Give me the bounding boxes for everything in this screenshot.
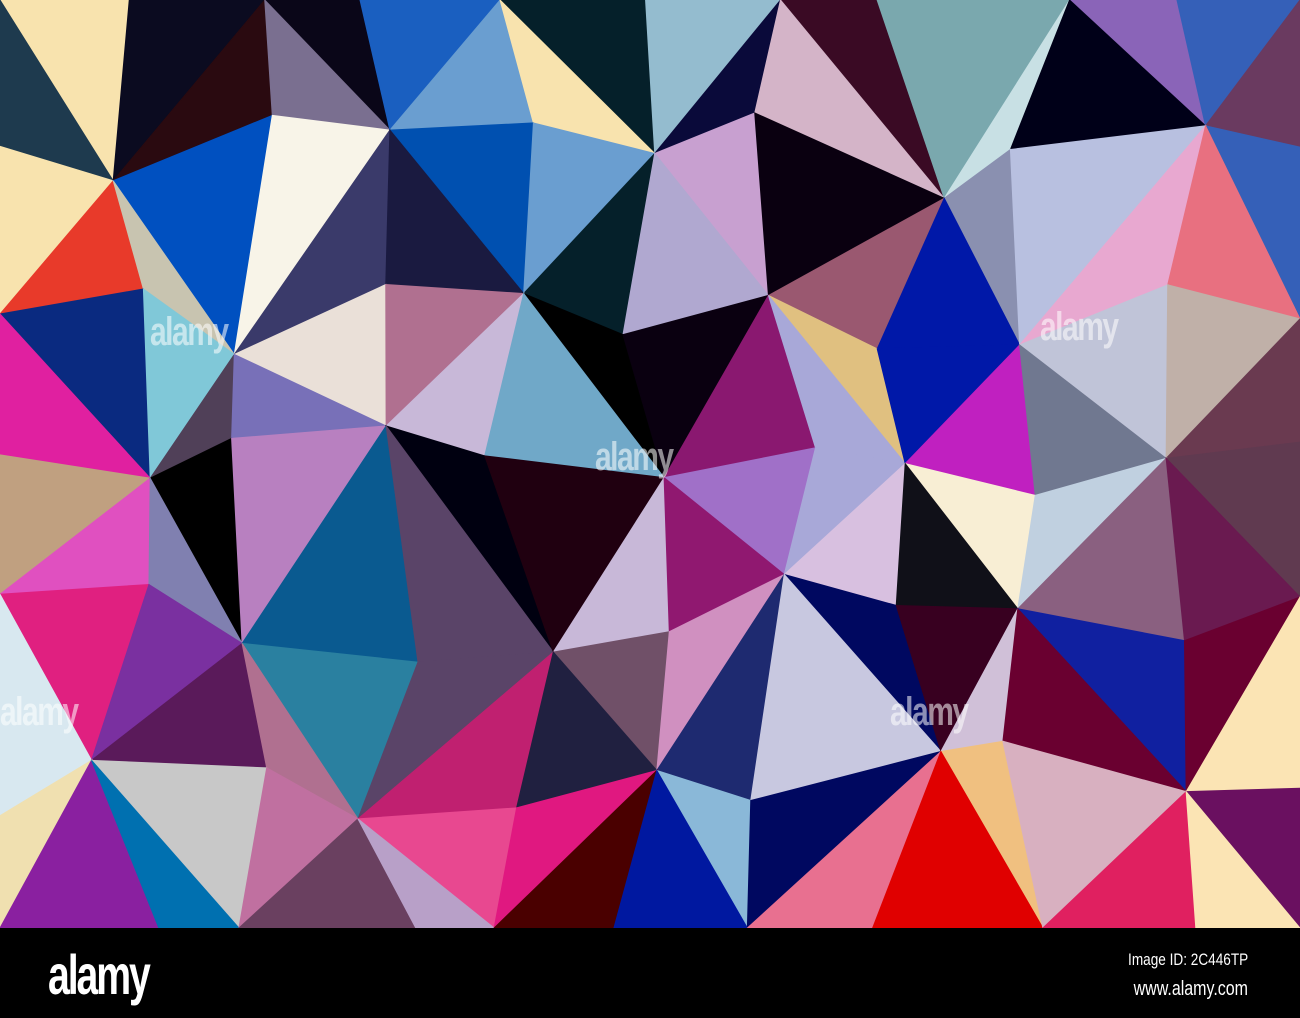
stock-image: alamy alamy alamy alamy alamy alamy Imag… [0,0,1300,1018]
alamy-logo: alamy [48,943,151,1006]
website-link: www.alamy.com [1133,978,1248,1000]
watermark: alamy [1040,305,1119,349]
image-id: Image ID: 2C446TP [1127,950,1248,969]
footer-bar: alamy Image ID: 2C446TP www.alamy.com [0,928,1300,1018]
watermark: alamy [0,690,79,734]
watermark: alamy [595,435,674,479]
watermark: alamy [150,310,229,354]
watermark: alamy [890,690,969,734]
